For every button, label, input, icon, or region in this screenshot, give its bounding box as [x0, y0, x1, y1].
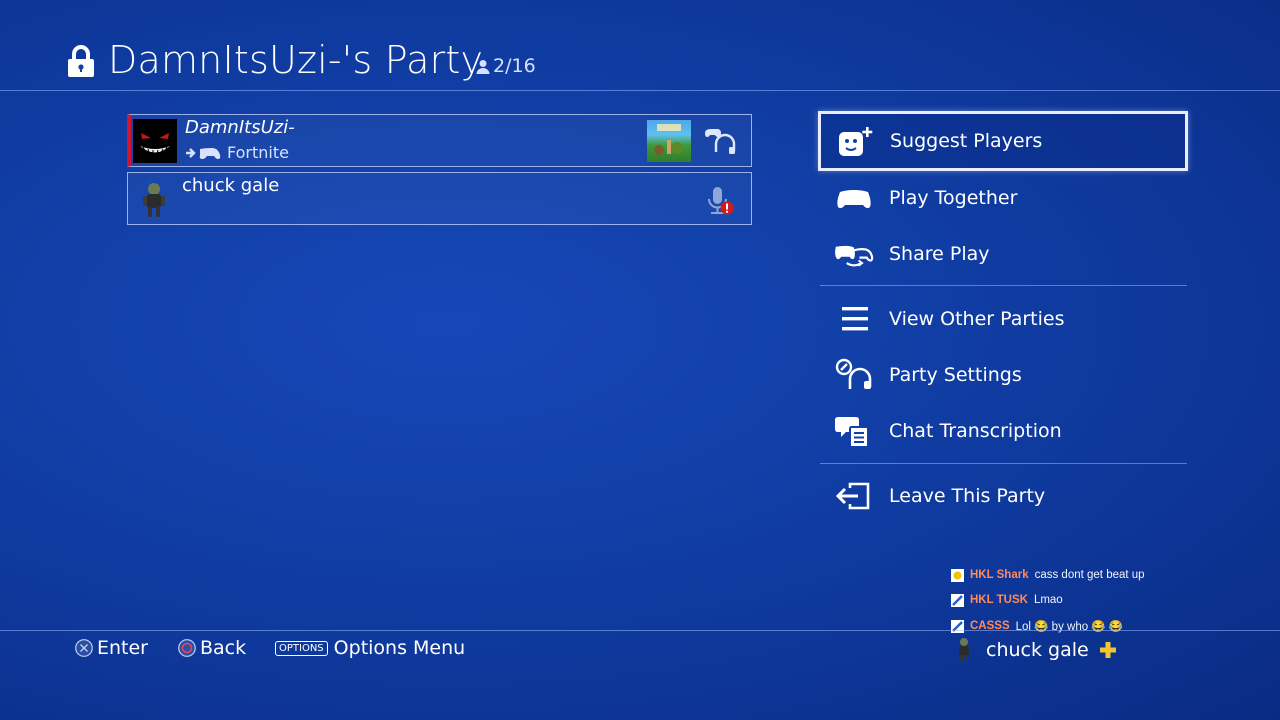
host-avatar — [133, 119, 177, 163]
menu-item-label: Leave This Party — [889, 485, 1046, 507]
options-label: Options Menu — [333, 637, 466, 659]
member-game-label: Fortnite — [227, 143, 289, 162]
menu-item-label: Suggest Players — [890, 130, 1043, 152]
options-button-icon: OPTIONS — [275, 640, 328, 656]
member-activity: Fortnite — [185, 143, 289, 162]
party-title: DamnItsUzi-'s Party — [108, 38, 484, 82]
member-name: chuck gale — [182, 175, 280, 196]
current-user-name: chuck gale — [986, 639, 1089, 661]
notification-user: HKL TUSK — [970, 594, 1028, 606]
microphone-muted-icon — [708, 187, 734, 215]
settings-headset-icon — [835, 358, 872, 389]
user-avatar — [959, 638, 969, 662]
options-hint: OPTIONS Options Menu — [275, 637, 465, 659]
chat-transcription-button[interactable]: Chat Transcription — [818, 401, 1188, 461]
user-avatar-icon — [951, 568, 964, 582]
leave-party-button[interactable]: Leave This Party — [818, 466, 1188, 526]
back-hint: Back — [178, 637, 246, 659]
list-icon — [842, 307, 868, 331]
share-play-button[interactable]: Share Play — [818, 224, 1188, 284]
person-icon — [476, 59, 490, 74]
member-name: DamnItsUzi- — [185, 117, 295, 138]
menu-divider — [820, 285, 1187, 286]
enter-hint: Enter — [75, 637, 148, 659]
playing-controller-icon — [186, 147, 221, 159]
party-settings-button[interactable]: Party Settings — [818, 345, 1188, 405]
menu-item-label: Play Together — [889, 187, 1018, 209]
menu-item-label: Party Settings — [889, 364, 1022, 386]
menu-item-label: Chat Transcription — [889, 420, 1062, 442]
fortnite-game-thumbnail — [647, 120, 691, 162]
notification-message: Lmao — [1033, 594, 1063, 606]
footer-divider — [0, 630, 1280, 631]
notification-user: HKL Shark — [970, 569, 1029, 581]
chat-notification: HKL TUSK Lmao — [951, 591, 1063, 609]
leave-icon — [835, 482, 870, 510]
chat-transcription-icon — [835, 417, 869, 448]
current-user: chuck gale — [954, 637, 1117, 663]
party-host-headset-icon — [705, 129, 736, 154]
member-row[interactable]: chuck gale — [127, 172, 752, 225]
view-other-parties-button[interactable]: View Other Parties — [818, 289, 1188, 349]
cross-button-icon — [75, 639, 93, 657]
menu-divider — [820, 463, 1187, 464]
chat-notification: CASSS Lol 😂 by who 😂 😂 — [951, 617, 1123, 635]
play-together-button[interactable]: Play Together — [818, 168, 1188, 228]
add-player-icon — [839, 127, 873, 156]
chat-notification: HKL Shark cass dont get beat up — [951, 566, 1145, 584]
member-count-value: 2/16 — [493, 55, 536, 77]
member-avatar — [143, 183, 165, 217]
menu-item-label: View Other Parties — [889, 308, 1065, 330]
share-play-icon — [835, 245, 874, 267]
member-count: 2/16 — [476, 55, 536, 77]
playstation-plus-icon — [1099, 642, 1116, 658]
suggest-players-button[interactable]: Suggest Players — [818, 111, 1188, 171]
user-avatar-icon — [951, 593, 964, 607]
enter-label: Enter — [97, 637, 148, 659]
header-divider — [0, 90, 1280, 91]
member-row-host[interactable]: DamnItsUzi- Fortnite — [127, 114, 752, 167]
menu-item-label: Share Play — [889, 243, 990, 265]
lock-icon — [68, 45, 94, 77]
circle-button-icon — [178, 639, 196, 657]
notification-message: cass dont get beat up — [1034, 569, 1145, 581]
controller-icon — [837, 190, 871, 209]
back-label: Back — [200, 637, 247, 659]
